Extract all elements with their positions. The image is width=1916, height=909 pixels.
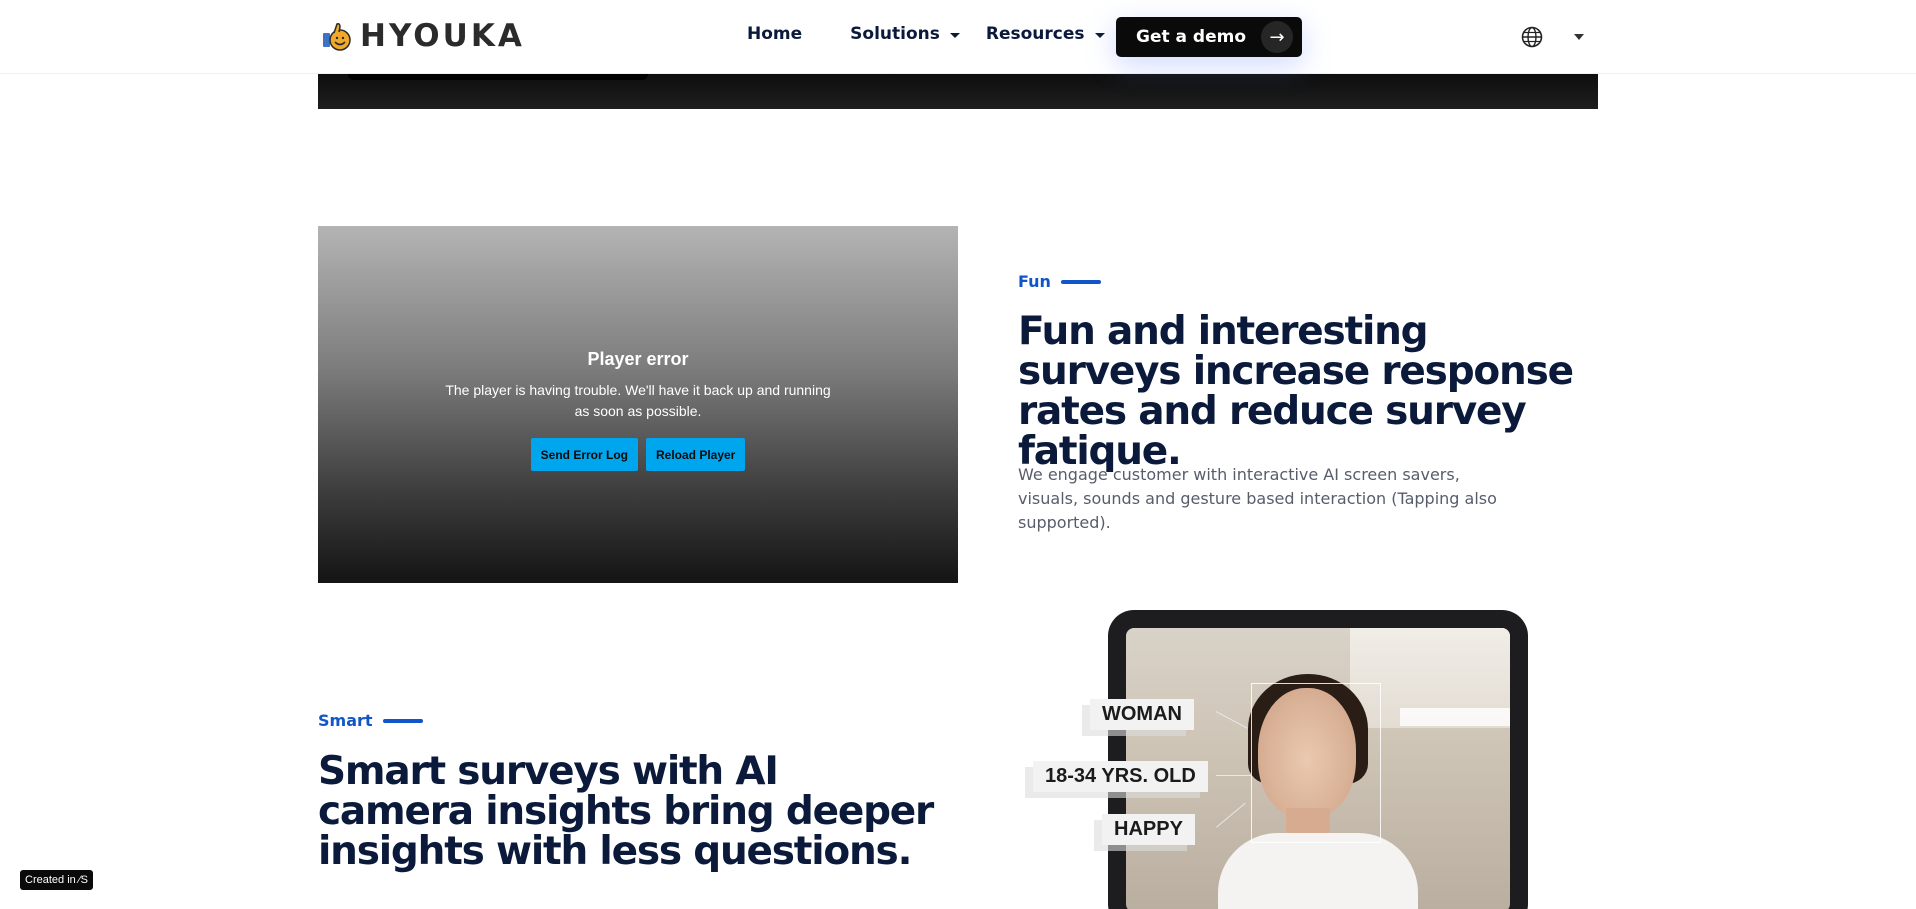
nav-home-label: Home bbox=[747, 24, 803, 44]
nav-solutions[interactable]: Solutions bbox=[850, 24, 960, 44]
eyebrow-line bbox=[382, 718, 423, 723]
reload-player-button[interactable]: Reload Player bbox=[645, 438, 746, 471]
player-error-title: Player error bbox=[587, 349, 689, 369]
language-caret-down-icon[interactable] bbox=[1574, 34, 1584, 40]
eyebrow-line bbox=[1060, 279, 1101, 284]
tag-gender: WOMAN bbox=[1090, 699, 1194, 730]
fun-heading: Fun and interesting surveys increase res… bbox=[1018, 309, 1574, 474]
video-player[interactable]: Player error The player is having troubl… bbox=[318, 226, 958, 583]
person-shirt bbox=[1218, 833, 1418, 909]
caret-down-icon bbox=[1094, 32, 1105, 38]
arrow-right-icon: → bbox=[1261, 21, 1293, 53]
smart-eyebrow: Smart bbox=[318, 711, 423, 730]
caret-down-icon bbox=[949, 32, 960, 38]
thumbs-up-logo-icon bbox=[323, 23, 351, 51]
fun-body: We engage customer with interactive AI s… bbox=[1018, 465, 1497, 532]
globe-icon[interactable] bbox=[1521, 26, 1543, 48]
nav-resources[interactable]: Resources bbox=[986, 24, 1105, 44]
ai-camera-tablet-illustration bbox=[1108, 610, 1528, 909]
previous-section-media bbox=[318, 74, 1598, 109]
nav-home[interactable]: Home bbox=[747, 24, 802, 44]
player-error-message: The player is having trouble. We'll have… bbox=[445, 382, 831, 419]
fun-eyebrow-label: Fun bbox=[1018, 272, 1051, 291]
main-nav: Home Solutions Resources bbox=[747, 24, 1105, 44]
tag-age: 18-34 YRS. OLD bbox=[1033, 761, 1208, 792]
get-demo-button[interactable]: Get a demo → bbox=[1116, 17, 1302, 57]
face-detection-box bbox=[1251, 683, 1381, 843]
smart-eyebrow-label: Smart bbox=[318, 711, 373, 730]
tag-emotion: HAPPY bbox=[1102, 814, 1195, 845]
nav-resources-label: Resources bbox=[985, 24, 1085, 44]
get-demo-label: Get a demo bbox=[1136, 27, 1247, 47]
background-beam bbox=[1400, 708, 1510, 726]
nav-solutions-label: Solutions bbox=[850, 24, 940, 44]
created-in-badge[interactable]: Created in ⁄S bbox=[20, 870, 93, 890]
send-error-log-button[interactable]: Send Error Log bbox=[530, 438, 638, 471]
media-bar bbox=[348, 74, 648, 80]
brand-name: HYOUKA bbox=[360, 18, 525, 54]
site-header: HYOUKA Home Solutions Resources Get a de… bbox=[0, 0, 1916, 74]
player-error-actions: Send Error Log Reload Player bbox=[318, 438, 958, 471]
brand-logo[interactable]: HYOUKA bbox=[322, 18, 525, 54]
fun-eyebrow: Fun bbox=[1018, 272, 1101, 291]
smart-heading: Smart surveys with AI camera insights br… bbox=[318, 749, 934, 874]
tag-connector bbox=[1216, 775, 1252, 776]
